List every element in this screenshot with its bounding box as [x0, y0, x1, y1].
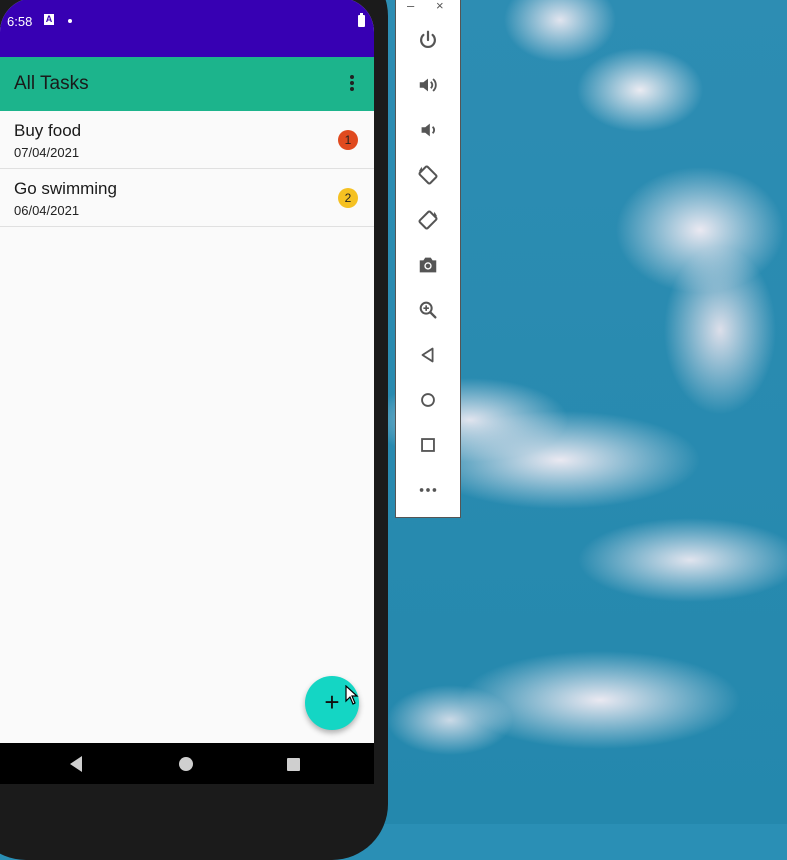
back-icon[interactable]: [413, 340, 443, 370]
toolbar-window-controls: – ×: [396, 0, 460, 14]
task-title: Buy food: [14, 121, 82, 140]
priority-badge: 1: [338, 130, 358, 150]
battery-icon: [358, 13, 365, 27]
nav-back-icon[interactable]: [70, 756, 82, 772]
nav-home-icon[interactable]: [179, 757, 193, 771]
volume-up-icon[interactable]: [413, 70, 443, 100]
camera-icon[interactable]: [413, 250, 443, 280]
nav-recent-apps-icon[interactable]: [287, 758, 300, 771]
emulator-toolbar: – ×: [395, 0, 461, 518]
more-icon[interactable]: [413, 475, 443, 505]
task-row[interactable]: Buy food 07/04/2021 1: [0, 111, 374, 169]
priority-badge: 2: [338, 188, 358, 208]
page-title: All Tasks: [14, 73, 89, 94]
system-navigation-bar: [0, 743, 374, 784]
close-button[interactable]: ×: [436, 0, 444, 13]
task-title: Go swimming: [14, 179, 117, 198]
task-row[interactable]: Go swimming 06/04/2021 2: [0, 169, 374, 227]
phone-frame: 6:58 A All Tasks Buy food 07/04/2021 1 G…: [0, 0, 388, 860]
rotate-left-icon[interactable]: [413, 160, 443, 190]
volume-down-icon[interactable]: [413, 115, 443, 145]
task-list: Buy food 07/04/2021 1 Go swimming 06/04/…: [0, 111, 374, 227]
app-bar: All Tasks: [0, 57, 374, 111]
rotate-right-icon[interactable]: [413, 205, 443, 235]
phone-screen: 6:58 A All Tasks Buy food 07/04/2021 1 G…: [0, 0, 374, 784]
status-time: 6:58: [7, 14, 33, 29]
home-icon[interactable]: [413, 385, 443, 415]
minimize-button[interactable]: –: [407, 0, 414, 12]
power-icon[interactable]: [413, 25, 443, 55]
notification-dot-icon: [68, 19, 72, 23]
task-date: 07/04/2021: [14, 145, 80, 160]
zoom-icon[interactable]: [413, 295, 443, 325]
mouse-cursor-icon: [345, 685, 359, 705]
overview-icon[interactable]: [413, 430, 443, 460]
notification-a-icon: A: [44, 14, 54, 25]
overflow-menu-icon[interactable]: [346, 75, 358, 93]
task-date: 06/04/2021: [14, 203, 80, 218]
status-bar: 6:58 A: [0, 0, 374, 57]
